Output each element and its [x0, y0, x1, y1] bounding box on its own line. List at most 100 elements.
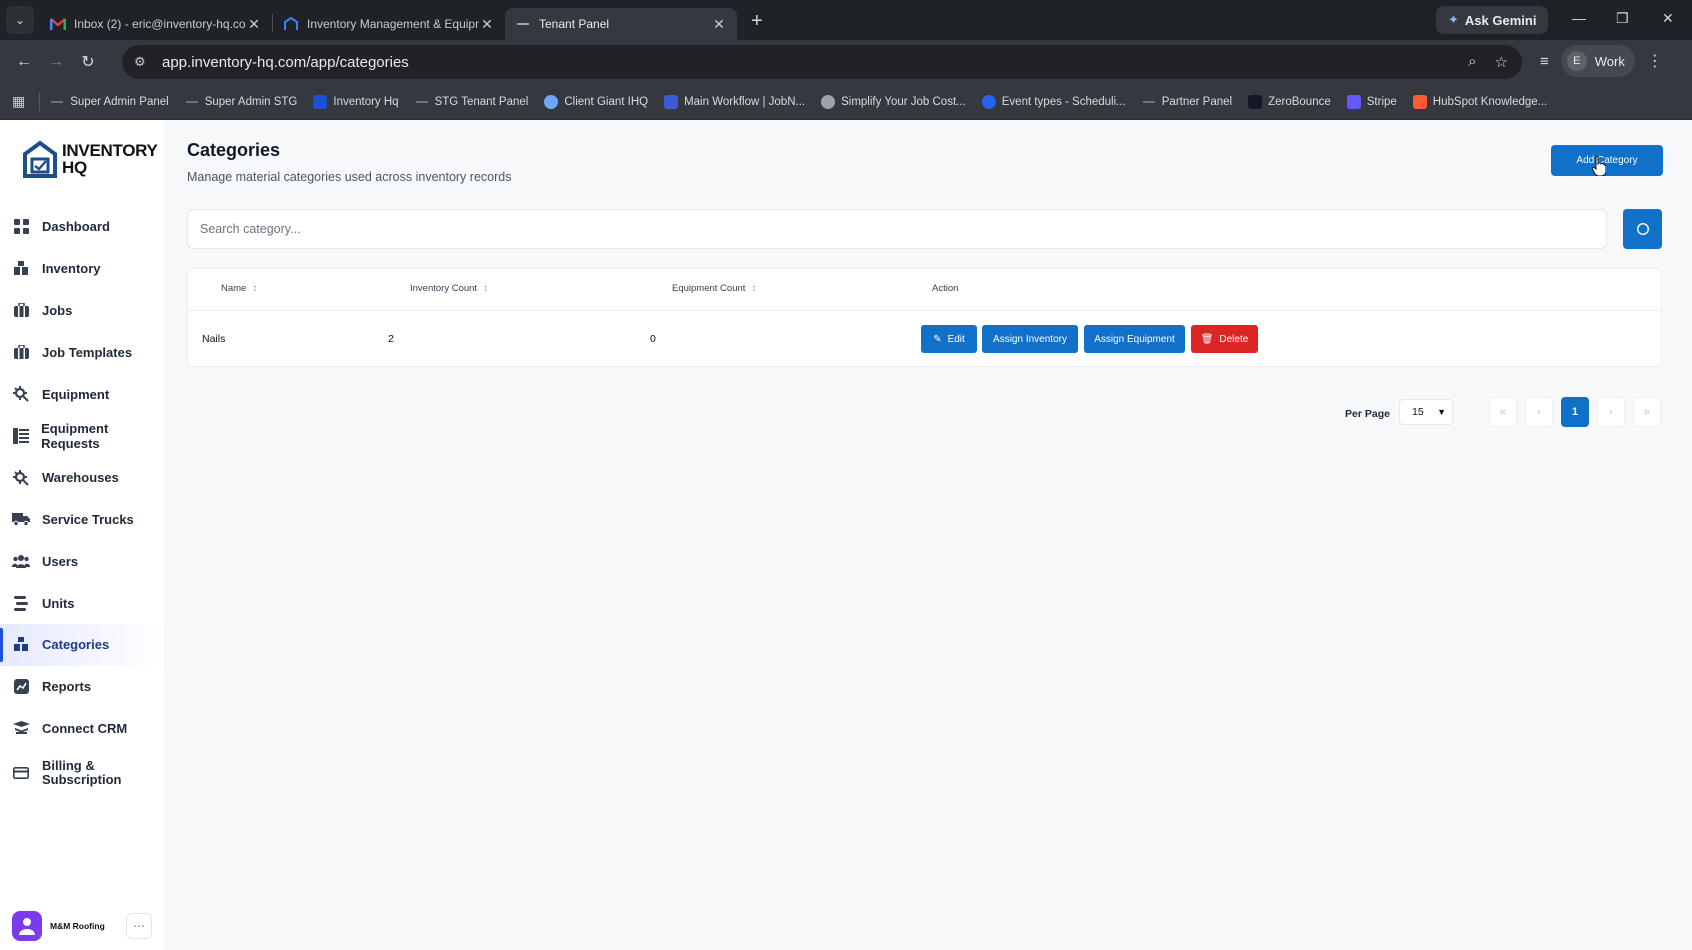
address-bar[interactable]: ⚙ app.inventory-hq.com/app/categories ⌕ …: [122, 45, 1522, 79]
cell-name: Nails: [202, 333, 226, 345]
billing-icon: [12, 764, 30, 782]
forward-arrow-icon[interactable]: →: [40, 53, 72, 71]
bookmark-item[interactable]: Simplify Your Job Cost...: [821, 94, 966, 109]
new-tab-plus-icon[interactable]: +: [751, 10, 763, 33]
sidebar-item-service-trucks[interactable]: Service Trucks: [0, 499, 164, 541]
sidebar-item-warehouses[interactable]: Warehouses: [0, 457, 164, 499]
next-page-button[interactable]: ›: [1597, 397, 1625, 427]
add-category-button[interactable]: Add Category: [1551, 145, 1663, 176]
sidebar-item-billing[interactable]: Billing & Subscription: [0, 749, 164, 797]
zb-icon: [1248, 94, 1263, 109]
sidebar-item-jobs[interactable]: Jobs: [0, 290, 164, 332]
more-options-icon[interactable]: ⋯: [126, 913, 152, 939]
ask-gemini-button[interactable]: ✦ Ask Gemini: [1436, 6, 1549, 34]
bookmark-item[interactable]: Main Workflow | JobN...: [664, 94, 805, 109]
minimize-icon[interactable]: —: [1572, 10, 1586, 26]
close-icon[interactable]: ✕: [246, 16, 262, 33]
search-button[interactable]: [1623, 209, 1662, 249]
search-icon: [1636, 222, 1649, 236]
reading-list-icon[interactable]: ≡: [1540, 53, 1549, 70]
column-header-equipment-count[interactable]: Equipment Count ↕: [672, 283, 756, 294]
edit-label: Edit: [947, 333, 965, 345]
bookmark-item[interactable]: Stripe: [1346, 94, 1397, 109]
crm-icon: [12, 719, 30, 737]
close-icon[interactable]: ✕: [711, 16, 727, 33]
app-logo[interactable]: INVENTORY HQ: [22, 140, 158, 178]
window-close-icon[interactable]: ✕: [1662, 10, 1674, 27]
sidebar-item-users[interactable]: Users: [0, 540, 164, 582]
site-info-icon[interactable]: ⚙: [134, 54, 154, 70]
dashboard-icon: [12, 218, 30, 236]
sidebar-item-label: Jobs: [42, 302, 73, 318]
sidebar-item-reports[interactable]: Reports: [0, 666, 164, 708]
zoom-icon[interactable]: ⌕: [1468, 53, 1476, 71]
search-input[interactable]: [200, 222, 1606, 236]
browser-tab-gmail[interactable]: Inbox (2) - eric@inventory-hq.com ✕: [40, 8, 272, 40]
sidebar-item-units[interactable]: Units: [0, 582, 164, 624]
logo-house-icon: [23, 140, 57, 178]
bookmark-item[interactable]: STG Tenant Panel: [415, 95, 528, 109]
bookmark-label: Client Giant IHQ: [564, 95, 649, 108]
back-arrow-icon[interactable]: ←: [8, 53, 40, 71]
assign-inventory-button[interactable]: Assign Inventory: [982, 325, 1078, 353]
bookmark-item[interactable]: Partner Panel: [1142, 95, 1232, 109]
bookmark-item[interactable]: Inventory Hq: [313, 94, 399, 109]
sidebar-item-dashboard[interactable]: Dashboard: [0, 206, 164, 248]
sidebar-item-label: Connect CRM: [42, 720, 128, 736]
bookmark-item[interactable]: Client Giant IHQ: [544, 94, 649, 109]
per-page-select[interactable]: 15 ▼: [1399, 399, 1453, 425]
user-profile[interactable]: M&M Roofing ⋯: [12, 910, 152, 942]
bookmark-item[interactable]: HubSpot Knowledge...: [1412, 94, 1547, 109]
gmail-icon: [50, 16, 66, 32]
browser-tab-strip: ⌄ Inbox (2) - eric@inventory-hq.com ✕ In…: [0, 0, 1692, 40]
chevron-down-icon: ▼: [1437, 407, 1446, 417]
profile-avatar: E: [1566, 51, 1587, 71]
close-icon[interactable]: ✕: [479, 16, 495, 33]
delete-button[interactable]: 🗑 Delete: [1191, 325, 1258, 353]
sidebar-item-connect-crm[interactable]: Connect CRM: [0, 708, 164, 750]
sidebar-item-inventory[interactable]: Inventory: [0, 248, 164, 290]
units-icon: [12, 594, 30, 612]
kebab-menu-icon[interactable]: ⋮: [1647, 51, 1663, 71]
page-1-button[interactable]: 1: [1561, 397, 1589, 427]
browser-tab-inventory[interactable]: Inventory Management & Equipm ✕: [273, 8, 505, 40]
bookmark-star-icon[interactable]: ☆: [1495, 53, 1508, 71]
sort-icon[interactable]: ↕: [751, 283, 756, 294]
sidebar-item-label: Inventory: [42, 261, 101, 277]
sidebar-item-label: Equipment: [42, 386, 110, 402]
bookmark-item[interactable]: ZeroBounce: [1248, 94, 1331, 109]
sidebar-item-equipment[interactable]: Equipment: [0, 373, 164, 415]
categories-icon: [12, 636, 30, 654]
apps-grid-icon[interactable]: ▦: [12, 93, 25, 110]
bookmark-item[interactable]: Super Admin STG: [185, 95, 297, 109]
sort-icon[interactable]: ↕: [483, 283, 488, 294]
edit-button[interactable]: ✎ Edit: [921, 325, 977, 353]
dash-icon: [1142, 95, 1156, 109]
reports-icon: [12, 678, 30, 696]
browser-tab-tenant-panel[interactable]: Tenant Panel ✕: [505, 8, 737, 40]
assign-equipment-button[interactable]: Assign Equipment: [1084, 325, 1185, 353]
sidebar-nav: Dashboard Inventory Jobs Job Templates E…: [0, 206, 164, 797]
prev-page-button[interactable]: ‹: [1525, 397, 1553, 427]
globe-icon: [821, 94, 836, 109]
sort-icon[interactable]: ↕: [252, 283, 257, 294]
first-page-button[interactable]: «: [1489, 397, 1517, 427]
column-label: Name: [221, 283, 247, 294]
bookmark-item[interactable]: Event types - Scheduli...: [981, 94, 1126, 109]
profile-button[interactable]: E Work: [1560, 45, 1635, 77]
sidebar-item-job-templates[interactable]: Job Templates: [0, 331, 164, 373]
sidebar-item-equipment-requests[interactable]: Equipment Requests: [0, 415, 164, 457]
last-page-button[interactable]: »: [1633, 397, 1661, 427]
restore-icon[interactable]: ❐: [1616, 10, 1629, 27]
tab-search-menu-button[interactable]: ⌄: [6, 6, 34, 34]
column-header-name[interactable]: Name ↕: [221, 283, 257, 294]
bookmark-item[interactable]: Super Admin Panel: [50, 95, 169, 109]
sidebar-item-categories[interactable]: Categories: [0, 623, 164, 666]
sidebar-item-label: Dashboard: [42, 219, 110, 235]
bookmarks-bar: ▦ Super Admin Panel Super Admin STG Invent…: [0, 84, 1692, 120]
column-header-inventory-count[interactable]: Inventory Count ↕: [410, 283, 488, 294]
main-content: Categories Manage material categories us…: [164, 120, 1692, 950]
url-text[interactable]: app.inventory-hq.com/app/categories: [162, 54, 409, 71]
reload-icon[interactable]: ↻: [72, 52, 104, 72]
edit-pencil-icon: ✎: [933, 333, 942, 345]
